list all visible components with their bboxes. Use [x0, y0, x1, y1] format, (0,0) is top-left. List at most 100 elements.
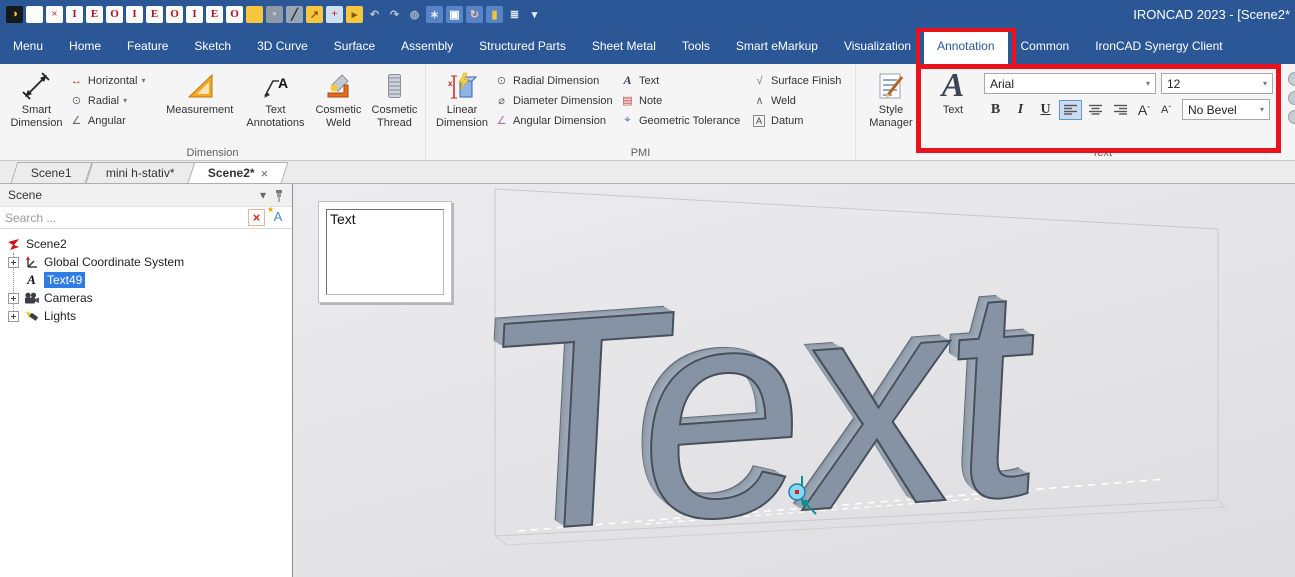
ironcad-logo[interactable]: ◑: [6, 6, 23, 23]
italic-button[interactable]: I: [1009, 100, 1032, 120]
document-i-icon[interactable]: I: [66, 6, 83, 23]
cosmetic-thread-button[interactable]: Cosmetic Thread: [366, 66, 423, 130]
document-e-icon[interactable]: E: [86, 6, 103, 23]
insert-part-icon[interactable]: +: [326, 6, 343, 23]
align-left-button[interactable]: [1059, 100, 1082, 120]
shrink-font-button[interactable]: Aˇ: [1156, 100, 1176, 120]
open-folder-icon[interactable]: [246, 6, 263, 23]
cosmetic-weld-button[interactable]: Cosmetic Weld: [311, 66, 366, 130]
menu-tab-3d-curve[interactable]: 3D Curve: [244, 28, 321, 64]
chevron-down-icon[interactable]: ▾: [260, 188, 266, 202]
menu-tab-structured-parts[interactable]: Structured Parts: [466, 28, 579, 64]
svg-text:x: x: [448, 79, 453, 88]
globe-icon[interactable]: ◍: [406, 6, 423, 23]
menu-tab-sketch[interactable]: Sketch: [181, 28, 244, 64]
menu-tab-smart-emarkup[interactable]: Smart eMarkup: [723, 28, 831, 64]
save-edit-icon[interactable]: ╱: [286, 6, 303, 23]
menu-tab-common[interactable]: Common: [1008, 28, 1083, 64]
document-i-icon[interactable]: I: [126, 6, 143, 23]
weld-button[interactable]: ∧ Weld: [752, 93, 848, 108]
viewport-3d[interactable]: Text Text: [293, 184, 1295, 577]
sketch-mode-icon[interactable]: ∗: [426, 6, 443, 23]
bevel-select[interactable]: No Bevel ▾: [1182, 99, 1270, 120]
document-i-icon[interactable]: I: [186, 6, 203, 23]
doc-tab-mini-h-stativ[interactable]: mini h-stativ*: [85, 162, 195, 183]
menu-tab-sheet-metal[interactable]: Sheet Metal: [579, 28, 669, 64]
grow-font-button[interactable]: Aˆ: [1134, 100, 1154, 120]
document-o-icon[interactable]: O: [106, 6, 123, 23]
font-family-select[interactable]: Arial ▾: [984, 73, 1156, 94]
linear-dimension-button[interactable]: x Linear Dimension: [430, 66, 494, 130]
menu-tab-surface[interactable]: Surface: [321, 28, 388, 64]
text-annotations-button[interactable]: A Text Annotations: [240, 66, 311, 130]
menu-tab-visualization[interactable]: Visualization: [831, 28, 924, 64]
new-document-icon[interactable]: [26, 6, 43, 23]
document-e-icon[interactable]: E: [146, 6, 163, 23]
ribbon-text-button[interactable]: A Text: [930, 66, 976, 117]
refresh-icon[interactable]: ↻: [466, 6, 483, 23]
chevron-down-icon: ▾: [1263, 79, 1267, 88]
menu-tab-assembly[interactable]: Assembly: [388, 28, 466, 64]
close-icon[interactable]: ×: [261, 166, 269, 181]
font-size-select[interactable]: 12 ▾: [1161, 73, 1273, 94]
tree-item-text49[interactable]: A Text49: [0, 271, 292, 289]
horizontal-dimension-button[interactable]: ↔ Horizontal▾: [69, 73, 159, 88]
angular-dimension-button[interactable]: ∠ Angular: [69, 113, 159, 128]
smart-dimension-button[interactable]: Smart Dimension: [4, 66, 69, 130]
doc-tab-scene1[interactable]: Scene1: [11, 162, 93, 183]
pmi-text-button[interactable]: A Text: [620, 73, 752, 88]
menu-tab-ironcad-synergy-client[interactable]: IronCAD Synergy Client: [1082, 28, 1235, 64]
redo-icon[interactable]: ↷: [386, 6, 403, 23]
note-button[interactable]: ▤ Note: [620, 93, 752, 108]
geometric-tolerance-button[interactable]: ⌖ Geometric Tolerance: [620, 113, 752, 128]
surface-finish-button[interactable]: √ Surface Finish: [752, 73, 848, 88]
tree-item-scene2[interactable]: Scene2: [0, 235, 292, 253]
doc-tab-scene2[interactable]: Scene2* ×: [188, 162, 289, 183]
tree-item-lights[interactable]: Lights: [0, 307, 292, 325]
bold-button[interactable]: B: [984, 100, 1007, 120]
menu-tab-home[interactable]: Home: [56, 28, 114, 64]
window-layout-icon[interactable]: ▣: [446, 6, 463, 23]
document-e-icon[interactable]: E: [206, 6, 223, 23]
document-o-icon[interactable]: O: [226, 6, 243, 23]
search-highlight-button[interactable]: ★ A: [269, 209, 287, 226]
search-input[interactable]: Search ...: [5, 211, 244, 225]
radial-dimension-pmi-button[interactable]: ⊙ Radial Dimension: [494, 73, 620, 88]
diameter-dimension-button[interactable]: ⌀ Diameter Dimension: [494, 93, 620, 108]
expand-icon[interactable]: [8, 311, 19, 322]
datum-button[interactable]: A Datum: [752, 113, 848, 128]
menu-tab-annotation[interactable]: Annotation: [924, 28, 1007, 64]
radial-dimension-button[interactable]: ⊙ Radial▾: [69, 93, 159, 108]
expand-icon[interactable]: [8, 257, 19, 268]
horizontal-dimension-icon: ↔: [69, 75, 84, 87]
text-edit-box[interactable]: Text: [318, 201, 452, 303]
pmi-group-label: PMI: [426, 147, 855, 159]
menu-tab-feature[interactable]: Feature: [114, 28, 181, 64]
align-right-button[interactable]: [1109, 100, 1132, 120]
tree-item-global-coordinate-system[interactable]: Global Coordinate System: [0, 253, 292, 271]
style-manager-button[interactable]: Style Manager: [860, 66, 922, 130]
align-center-button[interactable]: [1084, 100, 1107, 120]
document-o-icon[interactable]: O: [166, 6, 183, 23]
toolbar-overflow-icon[interactable]: ▾: [526, 6, 543, 23]
catalog-folder-icon[interactable]: ▸: [346, 6, 363, 23]
list-options-icon[interactable]: ≣: [506, 6, 523, 23]
smart-dimension-icon: [21, 68, 51, 104]
tree-item-cameras[interactable]: Cameras: [0, 289, 292, 307]
underline-button[interactable]: U: [1034, 100, 1057, 120]
search-clear-button[interactable]: ×: [248, 209, 265, 226]
expand-icon[interactable]: [8, 293, 19, 304]
text-edit-input[interactable]: Text: [326, 209, 444, 295]
text-annotations-label: Text Annotations: [240, 104, 311, 130]
menu-tab-tools[interactable]: Tools: [669, 28, 723, 64]
menu-tab-menu[interactable]: Menu: [0, 28, 56, 64]
save-icon[interactable]: ▫: [266, 6, 283, 23]
pin-icon[interactable]: [274, 189, 284, 202]
model-3d-text[interactable]: Text: [484, 239, 1041, 577]
document-close-icon[interactable]: ×: [46, 6, 63, 23]
measurement-button[interactable]: Measurement: [159, 66, 240, 117]
angular-dimension-pmi-button[interactable]: ∠ Angular Dimension: [494, 113, 620, 128]
cylinder-icon[interactable]: ▮: [486, 6, 503, 23]
undo-icon[interactable]: ↶: [366, 6, 383, 23]
export-folder-icon[interactable]: ↗: [306, 6, 323, 23]
